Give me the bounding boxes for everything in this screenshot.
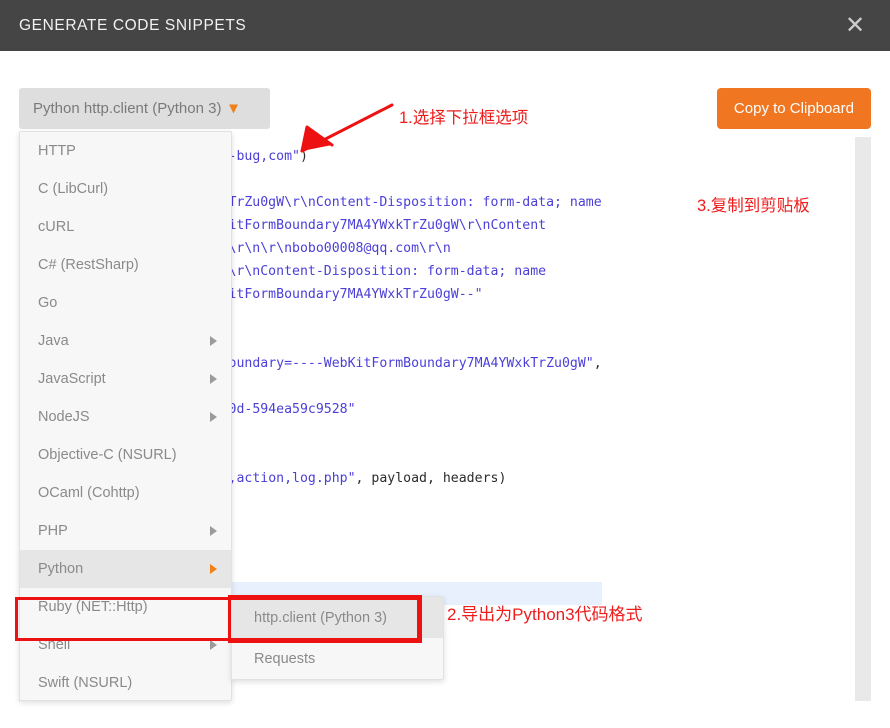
menu-item-label: http.client (Python 3) (254, 609, 387, 626)
menu-item-label: Shell (38, 637, 71, 653)
submenu-item-requests[interactable]: Requests (232, 638, 443, 679)
annotation-step-2: 2.导出为Python3代码格式 (447, 605, 643, 624)
annotation-step-1: 1.选择下拉框选项 (399, 109, 529, 127)
menu-item-label: Objective-C (NSURL) (38, 447, 177, 463)
menu-item-label: Requests (254, 650, 316, 667)
close-icon[interactable]: ✕ (834, 0, 876, 51)
chevron-right-icon (210, 526, 217, 536)
menu-item-java[interactable]: Java (20, 322, 231, 360)
red-arrow-icon (300, 103, 394, 153)
menu-item-label: JavaScript (38, 371, 106, 387)
menu-item-ocaml-cohttp[interactable]: OCaml (Cohttp) (20, 474, 231, 512)
menu-item-c-libcurl[interactable]: C (LibCurl) (20, 170, 231, 208)
language-select[interactable]: Python http.client (Python 3) ▾ (19, 88, 270, 129)
menu-item-label: cURL (38, 219, 75, 235)
code-token: , (593, 356, 602, 371)
code-vertical-scrollbar[interactable] (855, 137, 871, 701)
menu-item-curl[interactable]: cURL (20, 208, 231, 246)
menu-item-label: Go (38, 295, 58, 311)
menu-item-c-restsharp[interactable]: C# (RestSharp) (20, 246, 231, 284)
annotation-step-3: 3.复制到剪贴板 (697, 197, 810, 215)
copy-to-clipboard-button[interactable]: Copy to Clipboard (716, 88, 871, 129)
menu-item-php[interactable]: PHP (20, 512, 231, 550)
code-token: , payload, headers) (355, 471, 507, 486)
menu-item-label: Java (38, 333, 69, 349)
chevron-right-icon (210, 564, 217, 574)
menu-item-objective-c-nsurl[interactable]: Objective-C (NSURL) (20, 436, 231, 474)
chevron-right-icon (210, 412, 217, 422)
menu-item-label: PHP (38, 523, 68, 539)
menu-item-label: Swift (NSURL) (38, 675, 133, 691)
menu-item-label: C# (RestSharp) (38, 257, 139, 273)
menu-item-label: NodeJS (38, 409, 90, 425)
menu-item-go[interactable]: Go (20, 284, 231, 322)
menu-item-label: Python (38, 561, 84, 577)
chevron-right-icon (210, 640, 217, 650)
language-dropdown-menu[interactable]: HTTP C (LibCurl) cURL C# (RestSharp) Go Java J… (19, 131, 232, 701)
menu-item-nodejs[interactable]: NodeJS (20, 398, 231, 436)
submenu-item-http-client-python-3[interactable]: http.client (Python 3) (232, 597, 443, 638)
menu-item-ruby-net-http[interactable]: Ruby (NET::Http) (20, 588, 231, 626)
menu-item-label: Ruby (NET::Http) (38, 599, 148, 615)
menu-item-label: OCaml (Cohttp) (38, 485, 140, 501)
chevron-right-icon (210, 374, 217, 384)
menu-item-shell[interactable]: Shell (20, 626, 231, 664)
dialog-body: .HTTPConnection("www,find-bug,com")ebKit… (0, 51, 890, 728)
menu-item-http[interactable]: HTTP (20, 132, 231, 170)
menu-item-label: C (LibCurl) (38, 181, 109, 197)
language-select-label: Python http.client (Python 3) (33, 100, 222, 117)
menu-item-python[interactable]: Python (20, 550, 231, 588)
chevron-right-icon (210, 336, 217, 346)
menu-item-javascript[interactable]: JavaScript (20, 360, 231, 398)
app-root: GENERATE CODE SNIPPETS ✕ .HTTPConnection… (0, 0, 890, 728)
menu-item-label: HTTP (38, 143, 76, 159)
menu-item-swift-nsurl[interactable]: Swift (NSURL) (20, 664, 231, 702)
page-title: GENERATE CODE SNIPPETS (19, 16, 247, 34)
python-submenu[interactable]: http.client (Python 3) Requests (231, 596, 444, 680)
chevron-down-icon: ▾ (229, 99, 238, 117)
window-titlebar: GENERATE CODE SNIPPETS ✕ (0, 0, 890, 51)
